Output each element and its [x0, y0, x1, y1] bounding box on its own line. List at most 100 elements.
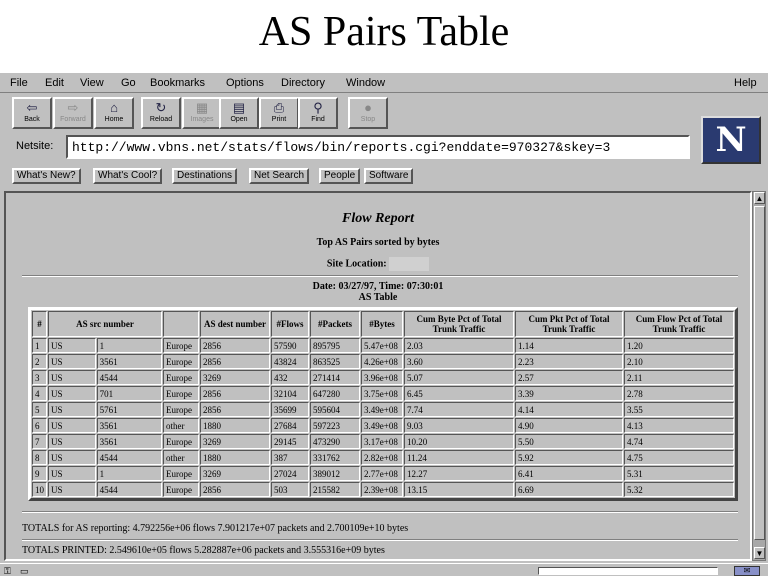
table-cell: Europe	[163, 434, 199, 449]
table-row: 4 US 701 Europe 2856 32104 647280 3.75e+08 6.45 3…	[32, 386, 734, 401]
vertical-scrollbar[interactable]: ▲ ▼	[752, 191, 766, 561]
table-cell: Europe	[163, 482, 199, 497]
menu-help[interactable]: Help	[734, 77, 757, 89]
divider	[22, 511, 738, 513]
net-search-button[interactable]: Net Search	[249, 168, 310, 184]
table-cell: 1.14	[515, 338, 623, 353]
table-cell: 2.39e+08	[361, 482, 403, 497]
table-cell: 271414	[310, 370, 360, 385]
report-title: Flow Report	[342, 211, 414, 226]
table-cell: 5.47e+08	[361, 338, 403, 353]
page-content: Flow Report Top AS Pairs sorted by bytes…	[4, 191, 752, 561]
table-cell: 3.17e+08	[361, 434, 403, 449]
table-cell: 10.20	[404, 434, 514, 449]
table-cell: 3561	[96, 418, 162, 433]
table-cell: 3269	[200, 370, 270, 385]
table-cell: 2856	[200, 354, 270, 369]
site-location: Site Location:	[6, 257, 750, 271]
print-icon: ⎙	[273, 100, 285, 115]
menu-window[interactable]: Window	[346, 77, 385, 89]
totals-printed: TOTALS PRINTED: 2.549610e+05 flows 5.282…	[22, 545, 385, 556]
table-cell: 2.82e+08	[361, 450, 403, 465]
back-button[interactable]: ⇦ Back	[12, 97, 52, 129]
destinations-button[interactable]: Destinations	[172, 168, 238, 184]
netsite-label: Netsite:	[16, 140, 54, 152]
menu-go[interactable]: Go	[121, 77, 136, 89]
table-cell: 2856	[200, 386, 270, 401]
table-cell: 4.75	[624, 450, 734, 465]
table-cell: 5.50	[515, 434, 623, 449]
forward-arrow-icon: ⇨	[67, 100, 79, 115]
reload-button[interactable]: ↻ Reload	[141, 97, 181, 129]
menu-view[interactable]: View	[80, 77, 104, 89]
stop-button[interactable]: ● Stop	[348, 97, 388, 129]
table-cell: US	[48, 482, 96, 497]
menu-directory[interactable]: Directory	[281, 77, 325, 89]
open-icon: ▤	[232, 100, 246, 115]
site-location-value	[389, 257, 430, 271]
stop-label: Stop	[360, 116, 376, 123]
table-cell: 4544	[96, 370, 162, 385]
table-cell: 1880	[200, 450, 270, 465]
table-cell: 863525	[310, 354, 360, 369]
scroll-thumb[interactable]	[754, 206, 765, 540]
status-bar: ⚿ ▭ ✉	[0, 563, 768, 576]
table-cell: 3.39	[515, 386, 623, 401]
menu-edit[interactable]: Edit	[45, 77, 64, 89]
divider	[22, 275, 738, 277]
security-key-icon[interactable]: ⚿	[4, 566, 11, 576]
find-button[interactable]: ⚲ Find	[298, 97, 338, 129]
table-cell: US	[48, 402, 96, 417]
scroll-down-arrow-icon[interactable]: ▼	[754, 547, 765, 559]
images-button[interactable]: ▦ Images	[182, 97, 222, 129]
table-cell: 5.07	[404, 370, 514, 385]
col-as-dest: AS dest number	[200, 311, 270, 337]
menu-bookmarks[interactable]: Bookmarks	[150, 77, 205, 89]
software-button[interactable]: Software	[364, 168, 414, 184]
site-location-label: Site Location:	[326, 258, 387, 270]
table-cell: Europe	[163, 386, 199, 401]
col-rank: #	[32, 311, 47, 337]
url-input[interactable]: http://www.vbns.net/stats/flows/bin/repo…	[66, 135, 690, 159]
netscape-logo[interactable]: N	[701, 116, 761, 164]
back-label: Back	[24, 116, 40, 123]
table-cell: 1.20	[624, 338, 734, 353]
table-cell: 9	[32, 466, 47, 481]
table-cell: 5.31	[624, 466, 734, 481]
whats-new-button[interactable]: What's New?	[12, 168, 81, 184]
table-cell: 4.90	[515, 418, 623, 433]
table-cell: 2.10	[624, 354, 734, 369]
images-label: Images	[190, 116, 214, 123]
print-button[interactable]: ⎙ Print	[259, 97, 299, 129]
table-cell: Europe	[163, 466, 199, 481]
menu-file[interactable]: File	[10, 77, 28, 89]
scroll-up-arrow-icon[interactable]: ▲	[754, 192, 765, 204]
table-cell: 3561	[96, 354, 162, 369]
table-body: 1 US 1 Europe 2856 57590 895795 5.47e+08 2.03 1.1…	[32, 338, 734, 497]
table-row: 8 US 4544 other 1880 387 331762 2.82e+08 11.24 5.…	[32, 450, 734, 465]
table-cell: Europe	[163, 370, 199, 385]
table-cell: 3	[32, 370, 47, 385]
table-cell: US	[48, 434, 96, 449]
mail-icon[interactable]: ✉	[734, 566, 760, 576]
table-cell: US	[48, 418, 96, 433]
back-arrow-icon: ⇦	[26, 100, 38, 115]
images-icon: ▦	[195, 100, 209, 115]
forward-label: Forward	[60, 116, 86, 123]
home-icon: ⌂	[110, 100, 118, 115]
home-button[interactable]: ⌂ Home	[94, 97, 134, 129]
open-button[interactable]: ▤ Open	[219, 97, 259, 129]
table-cell: 8	[32, 450, 47, 465]
col-as-src: AS src number	[48, 311, 162, 337]
table-cell: 35699	[271, 402, 309, 417]
table-cell: 701	[96, 386, 162, 401]
people-button[interactable]: People	[319, 168, 361, 184]
table-cell: 895795	[310, 338, 360, 353]
table-cell: 9.03	[404, 418, 514, 433]
table-cell: 1880	[200, 418, 270, 433]
whats-cool-button[interactable]: What's Cool?	[93, 168, 163, 184]
forward-button[interactable]: ⇨ Forward	[53, 97, 93, 129]
menu-options[interactable]: Options	[226, 77, 264, 89]
table-cell: 2.77e+08	[361, 466, 403, 481]
table-cell: 1	[32, 338, 47, 353]
